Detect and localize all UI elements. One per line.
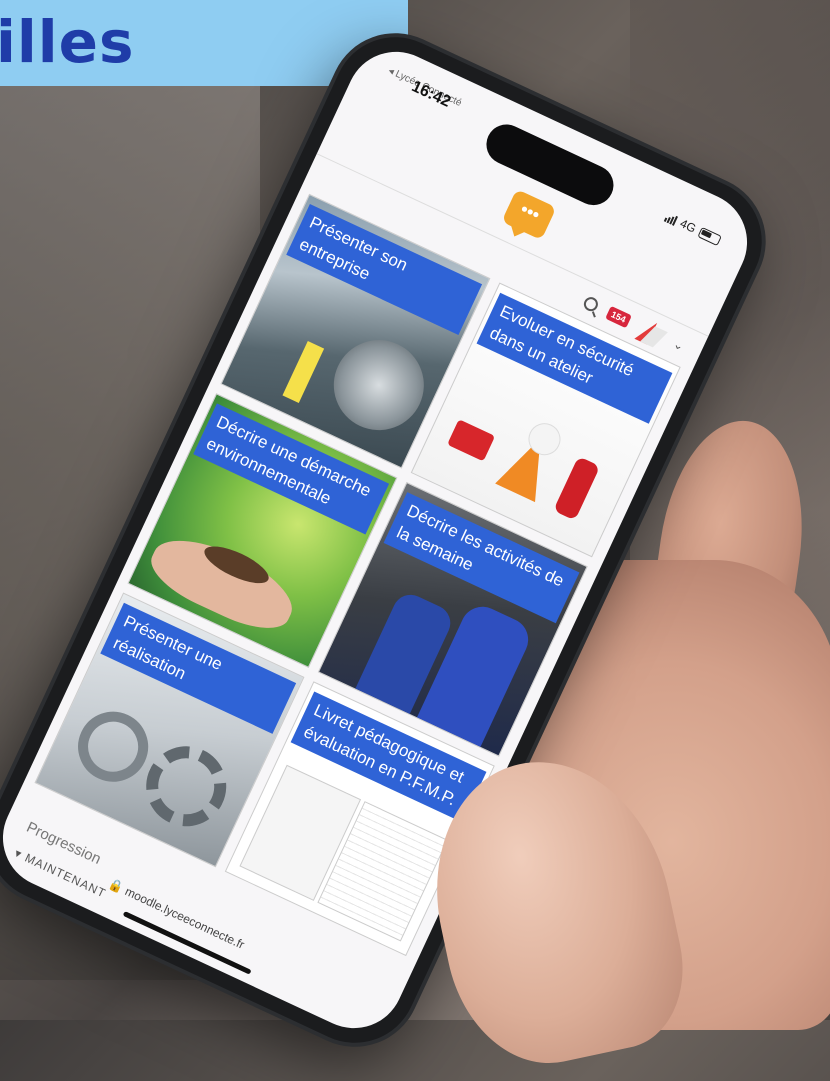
- app-logo-chat-icon[interactable]: •••: [501, 188, 557, 241]
- machine-image: [319, 325, 439, 445]
- network-label: 4G: [677, 216, 699, 236]
- first-aid-kit-image: [447, 419, 496, 462]
- banner-text: illes: [0, 8, 135, 76]
- status-bar-right: 4G: [663, 209, 723, 247]
- fire-extinguisher-image: [553, 456, 601, 521]
- gear-image: [133, 733, 240, 840]
- tile-title: Présenter son entreprise: [288, 206, 480, 333]
- chevron-down-icon[interactable]: ⌄: [671, 337, 686, 354]
- notification-badge[interactable]: 154: [605, 305, 632, 329]
- dynamic-island: [479, 117, 621, 212]
- battery-icon: [697, 226, 723, 246]
- worker-image: [282, 340, 325, 403]
- user-avatar[interactable]: [634, 315, 669, 350]
- signal-icon: [663, 211, 679, 226]
- search-icon[interactable]: [581, 294, 601, 314]
